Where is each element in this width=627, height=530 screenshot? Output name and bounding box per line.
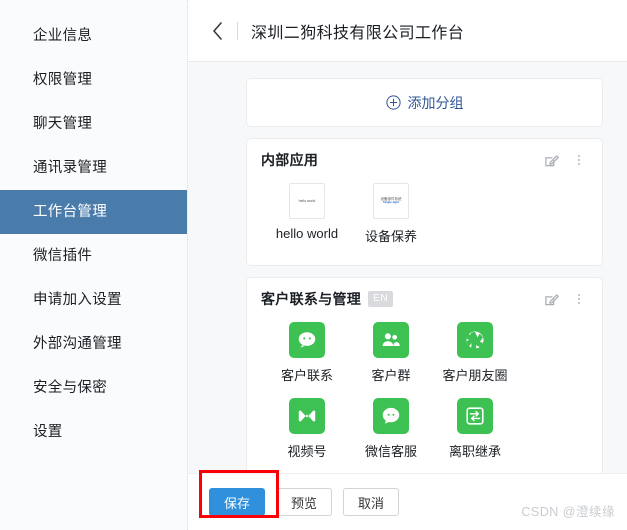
app-label: 客户群 <box>371 368 411 383</box>
sidebar-item-label: 设置 <box>33 424 63 440</box>
transfer-arrows-icon <box>457 398 493 434</box>
app-tile[interactable]: 视频号 <box>265 394 349 460</box>
preview-button[interactable]: 预览 <box>276 488 332 516</box>
app-grid: 客户联系客户群客户朋友圈视频号微信客服离职继承群发助手商品图册 <box>247 308 602 473</box>
app-label: 视频号 <box>287 444 327 459</box>
workbench-content: 添加分组 内部应用 hello world hello world 设备部件系统 Sin… <box>188 62 627 473</box>
sidebar-item-6[interactable]: 申请加入设置 <box>0 278 187 322</box>
cancel-button[interactable]: 取消 <box>343 488 399 516</box>
sidebar-item-2[interactable]: 聊天管理 <box>0 102 187 146</box>
action-footer: 保存 预览 取消 CSDN @澄续缘 <box>188 470 627 530</box>
sidebar-item-0[interactable]: 企业信息 <box>0 14 187 58</box>
more-vertical-icon[interactable] <box>570 290 588 308</box>
sidebar-item-4[interactable]: 工作台管理 <box>0 190 187 234</box>
app-tile[interactable]: 微信客服 <box>349 394 433 460</box>
save-button[interactable]: 保存 <box>209 488 265 516</box>
add-group-label: 添加分组 <box>407 94 464 111</box>
edit-square-icon[interactable] <box>542 290 560 308</box>
sidebar-item-label: 外部沟通管理 <box>33 336 122 352</box>
group-card-header: 客户联系与管理 EN <box>247 278 602 308</box>
language-badge: EN <box>368 291 394 307</box>
app-label: 设备保养 <box>364 229 417 244</box>
sidebar-item-7[interactable]: 外部沟通管理 <box>0 322 187 366</box>
equipment-maintenance-app-icon: 设备部件系统 Single-light <box>373 183 409 219</box>
sidebar-item-5[interactable]: 微信插件 <box>0 234 187 278</box>
app-tile[interactable]: 客户联系 <box>265 318 349 384</box>
workbench-settings-page: 企业信息权限管理聊天管理通讯录管理工作台管理微信插件申请加入设置 外部沟通管理 安全… <box>0 0 627 530</box>
app-label: hello world <box>275 226 339 241</box>
service-chat-icon <box>373 398 409 434</box>
camera-aperture-icon <box>457 322 493 358</box>
wechat-channels-icon <box>289 398 325 434</box>
sidebar-item-label: 安全与保密 <box>33 380 107 396</box>
settings-sidebar: 企业信息权限管理聊天管理通讯录管理工作台管理微信插件申请加入设置 外部沟通管理 安全… <box>0 0 188 530</box>
sidebar-item-8[interactable]: 安全与保密 <box>0 366 187 410</box>
sidebar-item-label: 微信插件 <box>33 248 93 264</box>
sidebar-item-label: 工作台管理 <box>33 204 107 220</box>
dots <box>578 155 580 165</box>
group-card: 客户联系与管理EN客户联系客户群客户朋友圈视频号微信客服离职继承群发助手商品图册 <box>246 277 603 473</box>
hello-world-app-icon: hello world <box>289 183 325 219</box>
sidebar-item-9[interactable]: 设置 <box>0 410 187 454</box>
app-label: 客户联系 <box>280 368 333 383</box>
add-group-card[interactable]: 添加分组 <box>246 78 603 127</box>
sidebar-item-label: 通讯录管理 <box>33 160 107 176</box>
group-card-title: 客户联系与管理 <box>261 291 362 307</box>
app-tile[interactable]: 客户群 <box>349 318 433 384</box>
sidebar-item-3[interactable]: 通讯录管理 <box>0 146 187 190</box>
app-tile[interactable]: hello world hello world <box>265 179 349 245</box>
app-tile[interactable]: 离职继承 <box>433 394 517 460</box>
sidebar-item-1[interactable]: 权限管理 <box>0 58 187 102</box>
app-label: 客户朋友圈 <box>442 368 508 383</box>
app-tile[interactable]: 客户朋友圈 <box>433 318 517 384</box>
add-group-button[interactable]: 添加分组 <box>247 79 602 126</box>
group-people-icon <box>373 322 409 358</box>
app-label: 离职继承 <box>448 444 501 459</box>
page-header: 深圳二狗科技有限公司工作台 <box>188 0 627 62</box>
sidebar-item-label: 申请加入设置 <box>33 292 122 308</box>
plus-circle-icon <box>385 95 401 110</box>
group-card-header: 内部应用 <box>247 139 602 169</box>
page-title: 深圳二狗科技有限公司工作台 <box>251 24 465 42</box>
watermark: CSDN @澄续缘 <box>521 505 615 519</box>
wechat-bubble-icon <box>289 322 325 358</box>
sidebar-item-label: 企业信息 <box>33 28 93 44</box>
sidebar-item-label: 权限管理 <box>33 72 93 88</box>
group-card-list: 内部应用 hello world hello world 设备部件系统 Single-l… <box>246 138 603 473</box>
header-divider <box>237 21 238 40</box>
dots <box>578 294 580 304</box>
more-vertical-icon[interactable] <box>570 151 588 169</box>
app-icon-text-line2: Single-light <box>382 200 400 205</box>
app-tile[interactable]: 设备部件系统 Single-light 设备保养 <box>349 179 433 245</box>
group-card-title: 内部应用 <box>261 152 319 168</box>
chevron-left-icon[interactable] <box>208 20 226 42</box>
app-grid: hello world hello world 设备部件系统 Single-light… <box>247 169 602 265</box>
app-icon-text-line1: hello world <box>298 198 316 203</box>
edit-square-icon[interactable] <box>542 151 560 169</box>
group-card: 内部应用 hello world hello world 设备部件系统 Single-l… <box>246 138 603 266</box>
main-panel: 深圳二狗科技有限公司工作台 添加分组 内部应用 hello world hello … <box>188 0 627 530</box>
app-label: 微信客服 <box>364 444 417 459</box>
sidebar-item-label: 聊天管理 <box>33 116 93 132</box>
